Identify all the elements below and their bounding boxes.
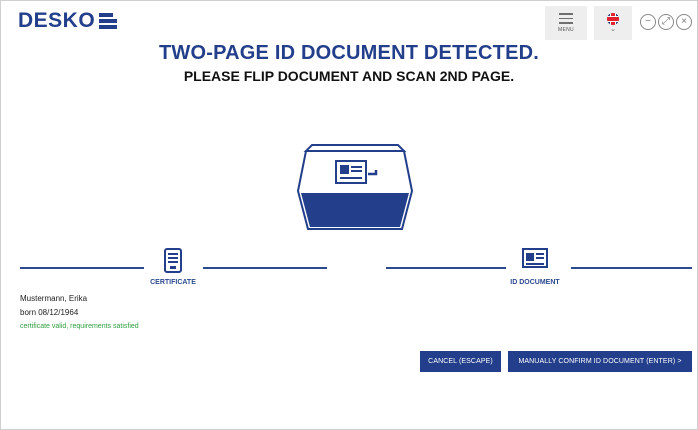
desko-logo: DESKO — [18, 9, 118, 33]
chevron-down-icon: ⌄ — [610, 26, 616, 33]
expand-icon[interactable]: ⤢ — [658, 14, 674, 30]
language-selector[interactable]: ⌄ — [594, 6, 632, 40]
hamburger-icon — [559, 13, 573, 24]
id-document-label: ID DOCUMENT — [510, 279, 560, 286]
id-document-icon — [522, 248, 548, 268]
certificate-status: certificate valid, requirements satisfie… — [20, 323, 139, 330]
progress-line-left-a — [20, 267, 144, 269]
certificate-label: CERTIFICATE — [150, 279, 196, 286]
logo-mark-icon — [99, 13, 118, 29]
minimize-icon[interactable]: − — [640, 14, 656, 30]
progress-line-right-a — [386, 267, 506, 269]
holder-name: Mustermann, Erika — [20, 294, 88, 303]
confirm-id-document-button[interactable]: MANUALLY CONFIRM ID DOCUMENT (ENTER) > — [508, 351, 692, 372]
holder-info: Mustermann, Erika born 08/12/1964 certif… — [20, 292, 139, 334]
progress-line-right-b — [571, 267, 692, 269]
cancel-button[interactable]: CANCEL (ESCAPE) — [420, 351, 501, 372]
progress-line-left-b — [203, 267, 327, 269]
document-scanner-icon — [296, 144, 414, 230]
close-icon[interactable]: × — [676, 14, 692, 30]
menu-label: MENU — [558, 26, 574, 33]
certificate-icon — [164, 248, 182, 273]
page-title: TWO-PAGE ID DOCUMENT DETECTED. — [158, 42, 540, 64]
uk-flag-icon — [607, 13, 619, 25]
window-controls: − ⤢ × — [640, 14, 692, 30]
page-subtitle: PLEASE FLIP DOCUMENT AND SCAN 2ND PAGE. — [183, 68, 515, 84]
holder-birthdate: born 08/12/1964 — [20, 308, 79, 317]
logo-text: DESKO — [18, 9, 96, 32]
menu-button[interactable]: MENU — [545, 6, 587, 40]
